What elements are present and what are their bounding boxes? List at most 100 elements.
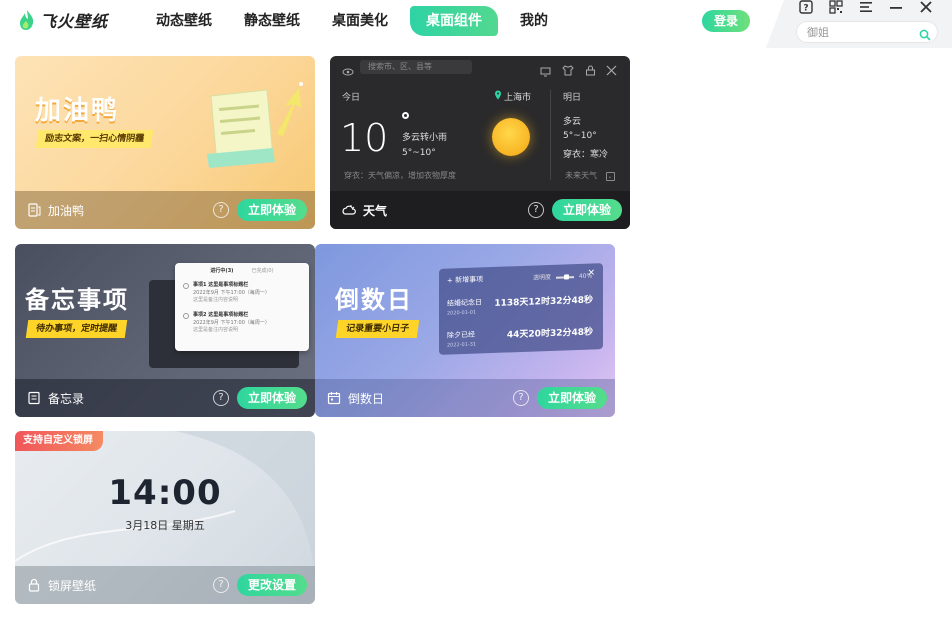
temperature-range: 5°~10° [402, 148, 436, 158]
banner-title: 备忘事项 [25, 286, 129, 314]
help-circle-icon[interactable]: ? [212, 390, 229, 406]
opacity-slider [555, 273, 574, 280]
app-logo[interactable]: 飞火壁纸 [18, 8, 108, 32]
future-weather-link: 未来天气 ⌄ [565, 170, 615, 181]
nav-mine[interactable]: 我的 [504, 6, 564, 36]
event-name: 除夕已经 [447, 330, 475, 340]
event-countdown: 44天20时32分48秒 [506, 327, 593, 341]
banner-subtitle: 待办事项，定时提醒 [25, 320, 128, 338]
memo-item-title: 事项1 这里是事项标题栏 [193, 282, 249, 288]
banner-title: 加油鸭 [35, 96, 120, 126]
qrcode-icon[interactable] [828, 0, 844, 14]
help-circle-icon[interactable]: ? [512, 390, 529, 406]
change-settings-button[interactable]: 更改设置 [236, 574, 307, 596]
close-icon[interactable] [918, 0, 934, 14]
event-name: 结婚纪念日 [447, 298, 482, 308]
widget-card-jiayouya[interactable]: 加油鸭 励志文案，一扫心情阴霾 加油鸭 ? 立即体验 [15, 56, 315, 229]
custom-lockscreen-badge: 支持自定义锁屏 [15, 431, 103, 451]
app-window: 飞火壁纸 动态壁纸 静态壁纸 桌面美化 桌面组件 我的 登录 ? 御姐 加油鸭 … [0, 0, 952, 640]
nav-dynamic-wallpaper[interactable]: 动态壁纸 [140, 6, 228, 36]
nav-static-wallpaper[interactable]: 静态壁纸 [228, 6, 316, 36]
checkbox-icon [183, 313, 189, 319]
search-input[interactable] [807, 25, 917, 39]
cloud-sun-icon [342, 203, 356, 217]
menu-icon[interactable] [858, 0, 874, 14]
lockscreen-date: 3月18日 星期五 [125, 519, 205, 532]
window-controls: ? [798, 0, 934, 14]
login-button[interactable]: 登录 [702, 10, 750, 32]
opacity-slider-knob [563, 273, 569, 280]
note-icon [27, 203, 41, 217]
help-circle-icon[interactable]: ? [527, 202, 544, 218]
location: 上海市 [494, 90, 531, 103]
search-box [796, 21, 938, 43]
lock-icon [585, 61, 596, 80]
event-countdown: 1138天12时32分48秒 [494, 295, 593, 309]
try-now-button[interactable]: 立即体验 [236, 387, 307, 409]
top-bar: 飞火壁纸 动态壁纸 静态壁纸 桌面美化 桌面组件 我的 登录 ? [0, 0, 952, 48]
future-weather-label: 未来天气 [565, 171, 597, 180]
card-footer: 天气 ? 立即体验 [330, 191, 630, 229]
widget-card-lockscreen[interactable]: 支持自定义锁屏 14:00 3月18日 星期五 锁屏壁纸 ? 更改设置 [15, 431, 315, 604]
banner-title: 倒数日 [335, 286, 413, 314]
try-now-button[interactable]: 立即体验 [551, 199, 622, 221]
sun-icon [492, 118, 530, 156]
tab-in-progress: 进行中(3) [210, 268, 234, 274]
close-icon: ✕ [587, 268, 595, 279]
memo-item-title: 事项2 这里是事项标题栏 [193, 312, 249, 318]
tab-completed: 已完成(0) [251, 268, 274, 274]
lock-icon [27, 578, 41, 592]
memo-item: 事项2 这里是事项标题栏 2022年9月 下午17:00（每周一） 这里是备注内… [183, 311, 301, 333]
scroll-illustration [207, 82, 303, 168]
widget-card-countdown[interactable]: 倒数日 记录重要小日子 + 新增事项 透明度 40% ✕ 结婚纪念日 2020-… [315, 244, 615, 417]
card-footer: 锁屏壁纸 ? 更改设置 [15, 566, 315, 604]
current-temperature: 10 [340, 116, 389, 160]
opacity-label: 透明度 [533, 273, 552, 282]
main-nav: 动态壁纸 静态壁纸 桌面美化 桌面组件 我的 [140, 6, 564, 36]
memo-tabs: 进行中(3) 已完成(0) [175, 267, 309, 274]
eye-icon [342, 62, 354, 81]
card-footer: 加油鸭 ? 立即体验 [15, 191, 315, 229]
tomorrow-label: 明日 [563, 93, 582, 103]
card-label: 加油鸭 [48, 203, 85, 218]
card-label: 天气 [363, 203, 388, 218]
tomorrow-condition: 多云 [563, 117, 582, 127]
nav-desktop-beautify[interactable]: 桌面美化 [316, 6, 404, 36]
degree-symbol [402, 112, 409, 119]
clothing-tip: 穿衣：天气偏凉，增加衣物厚度 [344, 171, 456, 180]
search-icon[interactable] [919, 26, 931, 41]
memo-panel: 进行中(3) 已完成(0) 事项1 这里是事项标题栏 2022年9月 下午17:… [175, 263, 309, 351]
try-now-button[interactable]: 立即体验 [236, 199, 307, 221]
banner-subtitle: 记录重要小日子 [335, 320, 420, 338]
divider [550, 90, 551, 180]
tomorrow-wear: 穿衣：寒冷 [563, 150, 609, 160]
nav-desktop-widgets[interactable]: 桌面组件 [410, 6, 498, 36]
flame-logo-icon [18, 9, 36, 31]
chevron-down-icon: ⌄ [605, 172, 615, 181]
event-date: 2020-01-01 [447, 309, 477, 317]
help-circle-icon[interactable]: ? [212, 202, 229, 218]
weather-toolbar: 搜索市、区、县等 [330, 56, 630, 78]
monitor-icon [540, 62, 551, 81]
app-name: 飞火壁纸 [40, 12, 109, 31]
svg-text:?: ? [803, 4, 808, 14]
weather-condition: 多云转小雨 [402, 133, 448, 143]
tomorrow-range: 5°~10° [563, 131, 597, 141]
event-date: 2022-01-31 [447, 341, 477, 349]
calendar-icon [327, 391, 341, 405]
card-footer: 倒数日 ? 立即体验 [315, 379, 615, 417]
help-icon[interactable]: ? [798, 0, 814, 14]
widget-card-memo[interactable]: 备忘事项 待办事项，定时提醒 进行中(3) 已完成(0) 事项1 这里是事项标题… [15, 244, 315, 417]
memo-item-time: 2022年9月 下午17:00（每周一） [193, 290, 270, 296]
memo-item-note: 这里是备注内容说明 [193, 297, 239, 303]
card-footer: 备忘录 ? 立即体验 [15, 379, 315, 417]
banner-subtitle: 励志文案，一扫心情阴霾 [35, 130, 154, 148]
try-now-button[interactable]: 立即体验 [536, 387, 607, 409]
close-icon [606, 61, 617, 80]
widget-card-weather[interactable]: 搜索市、区、县等 今日 10 多云转小雨 5°~10° 上海市 明日 多云 5°… [330, 56, 630, 229]
opacity-control: 透明度 40% [533, 271, 592, 282]
lockscreen-time: 14:00 [108, 473, 222, 513]
minimize-icon[interactable] [888, 0, 904, 14]
help-circle-icon[interactable]: ? [212, 577, 229, 593]
card-label: 倒数日 [348, 391, 385, 406]
